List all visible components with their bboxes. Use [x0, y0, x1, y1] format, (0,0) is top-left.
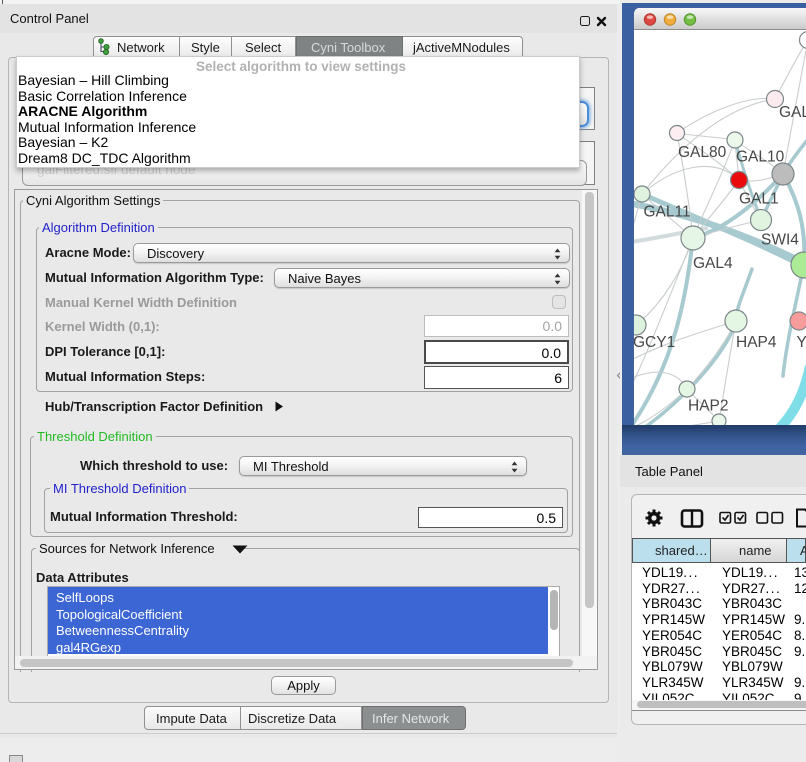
svg-text:GCY1: GCY1 — [634, 334, 675, 351]
svg-text:GAL4: GAL4 — [693, 255, 733, 272]
svg-text:GAL80: GAL80 — [678, 144, 727, 161]
svg-text:GAL1: GAL1 — [739, 191, 779, 208]
svg-text:GAL10: GAL10 — [736, 149, 785, 166]
svg-text:HAP2: HAP2 — [688, 398, 729, 415]
svg-text:SWI4: SWI4 — [761, 232, 799, 249]
svg-text:HAP4: HAP4 — [736, 334, 777, 351]
svg-text:GAL11: GAL11 — [644, 204, 691, 221]
svg-text:Y: Y — [797, 334, 806, 351]
svg-text:GAL7: GAL7 — [779, 104, 806, 121]
